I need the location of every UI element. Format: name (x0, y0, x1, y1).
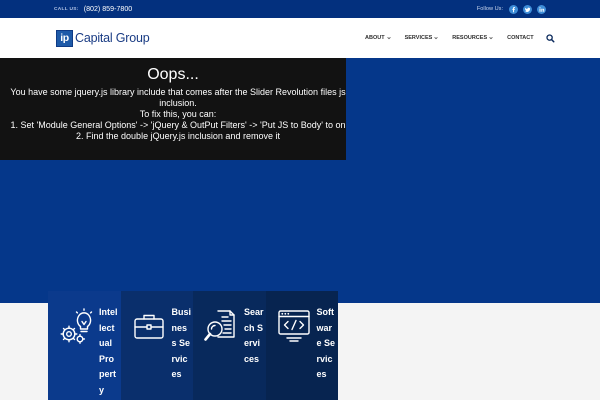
logo[interactable]: ip Capital Group (56, 18, 150, 58)
follow-us-label: Follow Us: (476, 6, 503, 12)
nav-item-label: ABOUT (365, 35, 385, 41)
service-card-business-services[interactable]: Business Services (120, 291, 193, 400)
search-icon[interactable] (545, 33, 555, 43)
service-card-label: Intellectual Property (99, 307, 118, 395)
nav-item-resources[interactable]: RESOURCES (452, 35, 493, 41)
error-fix-intro: To fix this, you can: (139, 109, 217, 119)
nav-item-services[interactable]: SERVICES (405, 35, 439, 41)
phone-number-link[interactable]: (802) 859-7800 (84, 5, 133, 13)
nav-item-label: RESOURCES (452, 35, 488, 41)
nav-item-label: SERVICES (404, 35, 433, 41)
nav-item-contact[interactable]: CONTACT (507, 35, 533, 41)
error-step: 1. Set 'Module General Options' -> 'jQue… (10, 120, 346, 130)
error-message: You have some jquery.js library include … (10, 87, 346, 108)
linkedin-icon[interactable] (537, 4, 546, 14)
facebook-icon[interactable] (509, 4, 518, 14)
lightbulb-gears-icon (60, 308, 93, 344)
logo-wordmark: Capital Group (75, 31, 150, 45)
main-nav: ABOUT SERVICES RESOURCES CONTACT (365, 18, 555, 58)
service-card-intellectual-property[interactable]: Intellectual Property (48, 291, 121, 400)
error-step: 2. Find the double jQuery.js inclusion a… (76, 131, 280, 141)
twitter-icon[interactable] (523, 4, 532, 14)
chevron-down-icon (434, 37, 438, 40)
briefcase-icon (133, 314, 164, 339)
service-card-software-services[interactable]: Software Services (265, 291, 338, 400)
nav-item-label: CONTACT (507, 35, 534, 41)
logo-mark: ip (56, 29, 73, 47)
call-us-label: CALL US: (54, 6, 79, 12)
service-card-label: Software Services (316, 307, 336, 379)
site-header: ip Capital Group ABOUT SERVICES RESOURCE… (0, 18, 600, 58)
nav-item-about[interactable]: ABOUT (365, 35, 391, 41)
service-card-label: Search Services (244, 307, 264, 364)
error-title: Oops... (147, 66, 199, 83)
follow-us: Follow Us: (477, 0, 546, 18)
document-search-icon (204, 310, 235, 341)
error-body: You have some jquery.js library include … (0, 87, 356, 142)
chevron-down-icon (489, 37, 493, 40)
browser-window-icon (277, 310, 310, 342)
top-bar: CALL US: (802) 859-7800 Follow Us: (0, 0, 600, 18)
service-card-search-services[interactable]: Search Services (193, 291, 266, 400)
services-row: Intellectual Property Business Services … (48, 291, 338, 400)
service-card-label: Business Services (171, 307, 192, 379)
call-us: CALL US: (802) 859-7800 (54, 0, 132, 18)
chevron-down-icon (386, 37, 391, 40)
